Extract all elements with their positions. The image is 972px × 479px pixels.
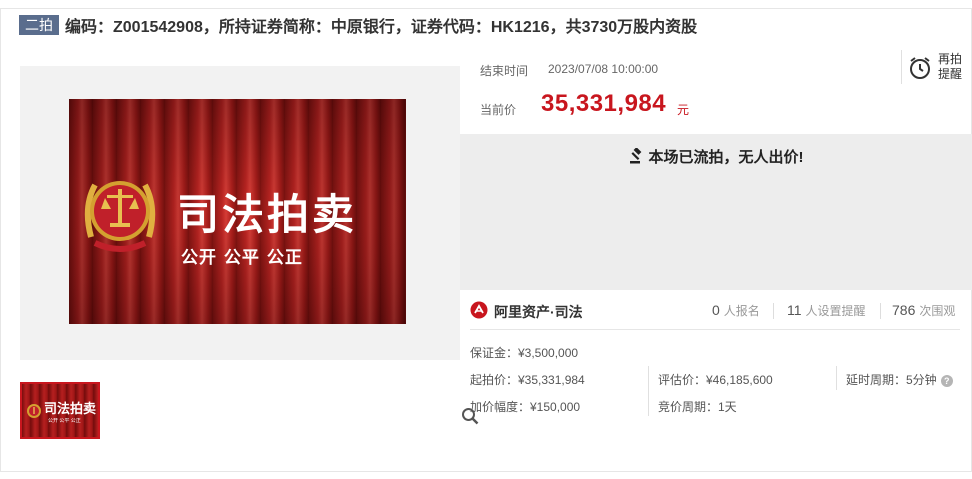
thumbnail-subtitle: 公开 公平 公正	[48, 418, 81, 424]
reminders-unit: 人设置提醒	[805, 304, 866, 318]
alarm-clock-icon	[910, 57, 930, 79]
platform-name: 阿里资产·司法	[494, 304, 583, 320]
help-icon[interactable]: ?	[940, 375, 953, 387]
thumbnail-title: 司法拍卖	[44, 402, 97, 417]
stat-divider	[880, 303, 881, 319]
delay-period-info: 延时周期：5分钟?	[846, 371, 953, 388]
current-price-label: 当前价	[480, 103, 517, 117]
views-unit: 次围观	[919, 304, 956, 318]
auction-banner-image: 司法拍卖 公开 公平 公正	[69, 99, 406, 324]
appraisal-price-info: 评估价：¥46,185,600	[658, 373, 773, 387]
deposit-info: 保证金：¥3,500,000	[470, 346, 579, 360]
ali-asset-logo-icon	[470, 301, 488, 319]
views-stat: 786 次围观	[892, 302, 955, 319]
end-time-label: 结束时间	[480, 64, 529, 78]
current-price-value: 35,331,984	[541, 90, 667, 117]
views-count: 786	[892, 302, 916, 318]
column-divider	[836, 366, 837, 390]
auction-status-box: 本场已流拍，无人出价!	[460, 134, 972, 290]
reminders-count: 11	[787, 302, 802, 318]
remind-button[interactable]: 再拍提醒	[901, 50, 963, 84]
remind-label: 再拍提醒	[938, 52, 963, 81]
court-emblem-icon	[27, 404, 41, 418]
title-row: 二拍 编码：Z001542908，所持证券简称：中原银行，证券代码：HK1216…	[19, 14, 697, 36]
court-emblem-icon	[84, 181, 156, 252]
stat-divider	[773, 303, 774, 319]
current-price-unit: 元	[677, 103, 690, 117]
column-divider	[648, 366, 649, 416]
status-text: 本场已流拍，无人出价!	[648, 149, 804, 166]
image-thumbnail[interactable]: 司法拍卖 公开 公平 公正	[20, 382, 100, 439]
signups-count: 0	[712, 302, 720, 318]
reminders-stat: 11 人设置提醒	[787, 302, 866, 319]
signups-unit: 人报名	[723, 304, 760, 318]
platform-stats-row: 阿里资产·司法 0 人报名 11 人设置提醒 786 次围观	[470, 298, 960, 330]
status-line: 本场已流拍，无人出价!	[460, 146, 972, 167]
round-tag: 二拍	[19, 15, 59, 35]
end-time-value: 2023/07/08 10:00:00	[548, 62, 659, 76]
gavel-icon	[629, 148, 641, 164]
banner-title: 司法拍卖	[177, 190, 358, 239]
starting-price-info: 起拍价：¥35,331,984	[470, 373, 585, 387]
banner-subtitle: 公开 公平 公正	[181, 248, 303, 268]
increment-info: 加价幅度：¥150,000	[470, 400, 581, 414]
signups-stat: 0 人报名	[712, 302, 760, 319]
bidding-period-info: 竞价周期：1天	[658, 400, 737, 414]
delay-period-text: 延时周期：5分钟	[846, 373, 937, 387]
main-image-viewer[interactable]: 司法拍卖 公开 公平 公正	[20, 66, 479, 425]
page-title: 编码：Z001542908，所持证券简称：中原银行，证券代码：HK1216，共3…	[65, 19, 698, 36]
